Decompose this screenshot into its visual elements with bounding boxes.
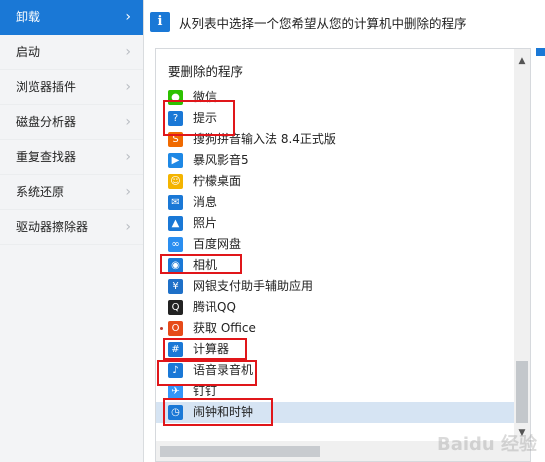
highlight-box-calculator [163,338,247,360]
panel-title: 要删除的程序 [168,64,244,79]
chevron-right-icon: › [125,79,131,95]
program-row[interactable]: ☺ 柠檬桌面 [156,171,514,192]
baofeng-icon: ▶ [168,153,183,168]
highlight-box-voice-recorder [157,360,257,386]
program-row[interactable]: ✉ 消息 [156,192,514,213]
sidebar-item-browser-plugins[interactable]: 浏览器插件 › [0,70,143,105]
scrollbar-thumb[interactable] [516,361,528,423]
sidebar: 卸载 › 启动 › 浏览器插件 › 磁盘分析器 › 重复查找器 › 系统还原 ›… [0,0,144,462]
program-row[interactable]: Q 腾讯QQ [156,297,514,318]
program-label: 腾讯QQ [193,300,236,314]
chevron-right-icon: › [125,9,131,25]
instruction-header: i 从列表中选择一个您希望从您的计算机中删除的程序 [145,8,545,36]
sidebar-item-drive-wiper[interactable]: 驱动器擦除器 › [0,210,143,245]
scroll-up-icon[interactable]: ▲ [514,53,530,69]
program-row[interactable]: ¥ 网银支付助手辅助应用 [156,276,514,297]
program-label: 百度网盘 [193,237,242,251]
program-label: 消息 [193,195,218,209]
accent-edge [536,48,545,56]
sidebar-item-label: 磁盘分析器 [16,115,77,129]
scrollbar-thumb-horizontal[interactable] [160,446,320,457]
qq-icon: Q [168,300,183,315]
chevron-right-icon: › [125,114,131,130]
office-icon: O [168,321,183,336]
highlight-box-camera [160,254,242,274]
instruction-text: 从列表中选择一个您希望从您的计算机中删除的程序 [179,16,467,31]
sidebar-item-label: 卸载 [16,10,41,24]
sidebar-item-label: 驱动器擦除器 [16,220,89,234]
sidebar-item-label: 系统还原 [16,185,65,199]
program-row[interactable]: ▲ 照片 [156,213,514,234]
chevron-right-icon: › [125,44,131,60]
bullet-dot [160,327,163,330]
baidu-netdisk-icon: ∞ [168,237,183,252]
bank-icon: ¥ [168,279,183,294]
program-label: 暴风影音5 [193,153,249,167]
program-label: 照片 [193,216,218,230]
highlight-box-alarm-clock [163,398,273,426]
program-label: 网银支付助手辅助应用 [193,279,314,293]
program-label: 柠檬桌面 [193,174,242,188]
sidebar-item-system-restore[interactable]: 系统还原 › [0,175,143,210]
sidebar-item-disk-analyzer[interactable]: 磁盘分析器 › [0,105,143,140]
sidebar-item-label: 浏览器插件 [16,80,77,94]
photos-icon: ▲ [168,216,183,231]
info-icon: i [150,12,170,32]
watermark: Baidu 经验 [436,434,537,455]
program-label: 获取 Office [193,321,256,335]
lemon-icon: ☺ [168,174,183,189]
program-row[interactable]: ▶ 暴风影音5 [156,150,514,171]
sidebar-item-uninstall[interactable]: 卸载 › [0,0,143,35]
program-row[interactable]: ∞ 百度网盘 [156,234,514,255]
sidebar-item-startup[interactable]: 启动 › [0,35,143,70]
vertical-scrollbar[interactable]: ▲ ▼ [514,49,530,441]
program-row[interactable]: O 获取 Office [156,318,514,339]
chevron-right-icon: › [125,184,131,200]
chevron-right-icon: › [125,219,131,235]
sidebar-item-label: 启动 [16,45,41,59]
sidebar-item-label: 重复查找器 [16,150,77,164]
sidebar-item-duplicate-finder[interactable]: 重复查找器 › [0,140,143,175]
highlight-box-tips [163,100,235,136]
dingtalk-icon: ✈ [168,384,183,399]
message-icon: ✉ [168,195,183,210]
chevron-right-icon: › [125,149,131,165]
